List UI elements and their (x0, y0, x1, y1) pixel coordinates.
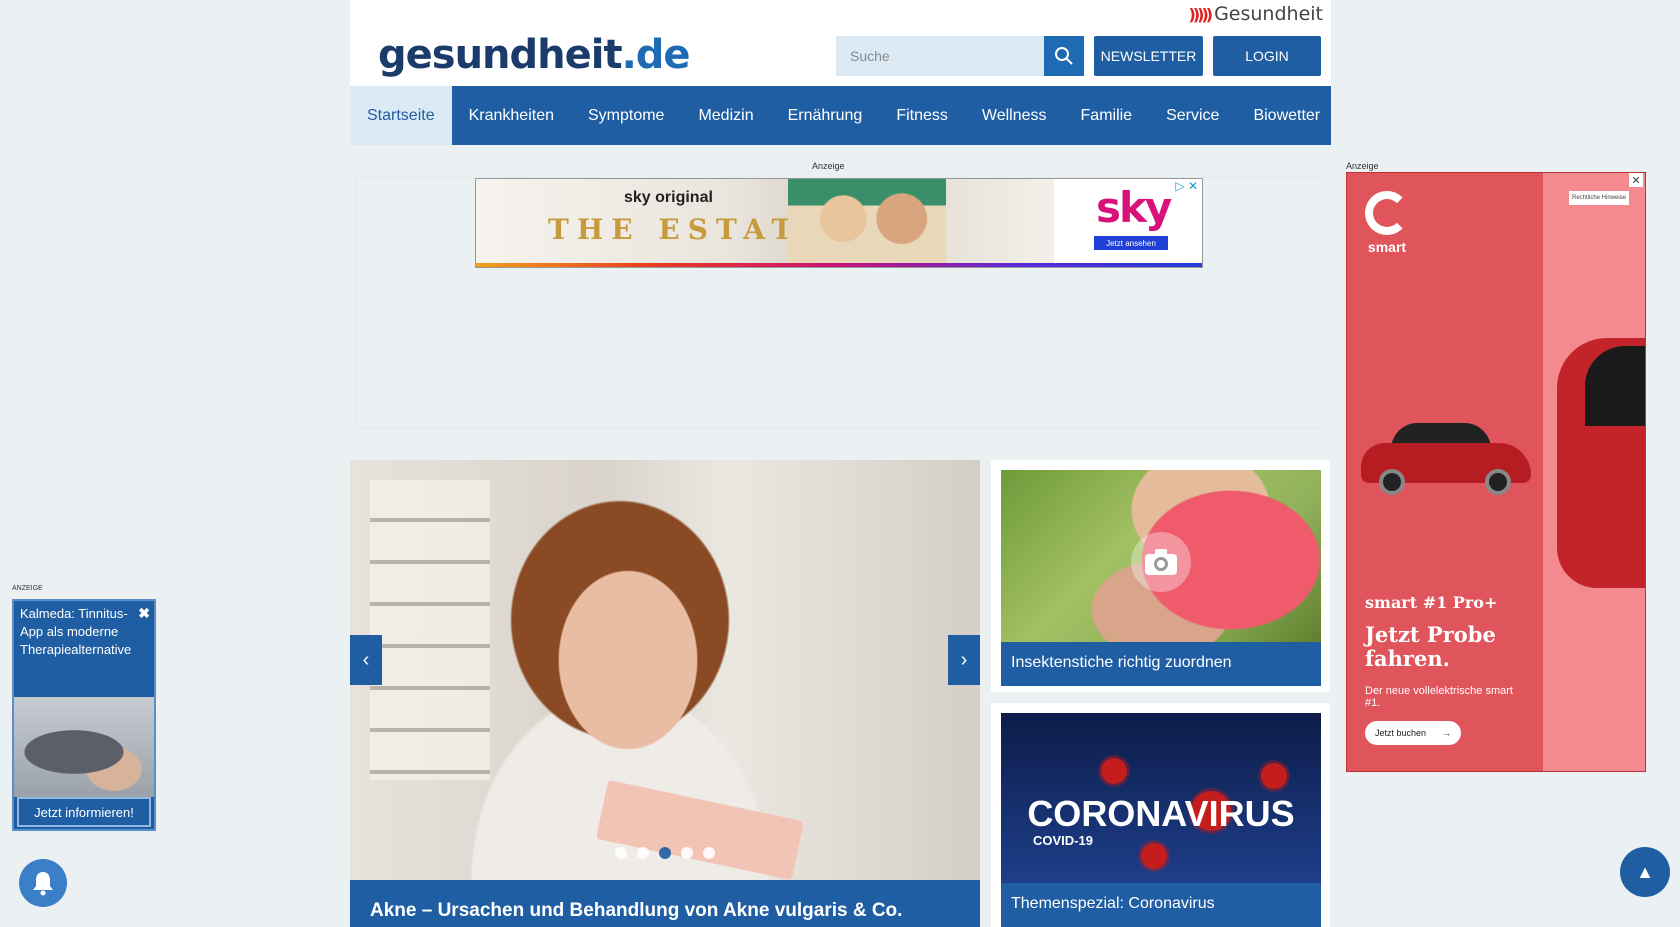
slider-prev-button[interactable]: ‹ (350, 635, 382, 685)
promo-button[interactable]: Jetzt informieren! (17, 797, 151, 827)
nav-item-medizin[interactable]: Medizin (681, 86, 770, 145)
teaser-image-title: CORONAVIRUS (1027, 793, 1295, 834)
teaser-image (1001, 470, 1321, 642)
virus-graphic (1141, 843, 1167, 869)
teaser-caption[interactable]: Insektenstiche richtig zuordnen (1001, 642, 1321, 686)
banner-image (788, 179, 946, 267)
search-placeholder: Suche (850, 48, 890, 64)
main-nav: Startseite Krankheiten Symptome Medizin … (350, 86, 1331, 145)
site-container: ))))) Gesundheit gesundheit.de Suche NEW… (350, 0, 1331, 429)
car-wheel (1379, 469, 1405, 495)
car-closeup-image (1557, 338, 1645, 588)
nav-item-biowetter[interactable]: Biowetter (1236, 86, 1337, 145)
search-input[interactable]: Suche (836, 36, 1044, 76)
virus-graphic (1101, 758, 1127, 784)
smart-logo: smart (1365, 191, 1409, 255)
car-glass (1585, 346, 1645, 426)
login-button[interactable]: LOGIN (1213, 36, 1321, 76)
nav-item-wellness[interactable]: Wellness (965, 86, 1064, 145)
slider-dot[interactable] (615, 847, 627, 859)
bell-icon (33, 872, 53, 896)
ad-subline: Der neue vollelektrische smart #1. (1365, 685, 1513, 709)
camera-icon (1131, 532, 1191, 592)
hero-slider[interactable]: ‹ › Akne – Ursachen und Behandlung von A… (350, 460, 980, 927)
newsletter-button[interactable]: NEWSLETTER (1094, 36, 1203, 76)
ad-legal-link[interactable]: Rechtliche Hinweise (1569, 191, 1629, 205)
search-icon (1055, 47, 1073, 65)
ad-cta-button[interactable]: Jetzt buchen → (1365, 721, 1461, 745)
slider-dot-active[interactable] (659, 847, 671, 859)
car-image (1361, 423, 1531, 495)
banner-stripe (476, 263, 1202, 267)
ad-label-left: ANZEIGE (12, 585, 43, 592)
arrow-right-icon: → (1442, 728, 1451, 738)
header: ))))) Gesundheit gesundheit.de Suche NEW… (350, 0, 1331, 86)
promo-widget[interactable]: Kalmeda: Tinnitus-App als moderne Therap… (12, 599, 156, 831)
close-icon[interactable]: ✖ (138, 605, 150, 622)
search-button[interactable] (1044, 36, 1084, 76)
ad-cta-label: Jetzt buchen (1375, 728, 1427, 738)
teaser-tile[interactable]: Insektenstiche richtig zuordnen (991, 460, 1330, 692)
nav-item-familie[interactable]: Familie (1064, 86, 1150, 145)
slider-dot[interactable] (637, 847, 649, 859)
virus-graphic (1261, 763, 1287, 789)
nav-item-krankheiten[interactable]: Krankheiten (452, 86, 571, 145)
banner-ad[interactable]: sky original THE ESTATE sky Jetzt ansehe… (475, 178, 1203, 268)
smart-brand: smart (1367, 239, 1407, 255)
network-brand[interactable]: ))))) Gesundheit (1189, 3, 1323, 25)
logo-main: gesundheit (378, 32, 623, 78)
ad-model: smart #1 Pro+ (1365, 593, 1498, 612)
banner-cta[interactable]: Jetzt ansehen (1094, 236, 1168, 250)
notification-button[interactable] (19, 859, 67, 907)
promo-image (14, 697, 154, 797)
slider-next-button[interactable]: › (948, 635, 980, 685)
slider-dot[interactable] (681, 847, 693, 859)
ad-headline: Jetzt Probe fahren. (1365, 622, 1496, 671)
nav-item-fitness[interactable]: Fitness (879, 86, 965, 145)
network-logo-icon: ))))) (1188, 4, 1214, 24)
banner-visual: sky original THE ESTATE (476, 179, 1054, 267)
banner-brand-panel: sky Jetzt ansehen ▷ ✕ (1054, 179, 1202, 267)
close-icon[interactable]: ✕ (1629, 173, 1643, 187)
arrow-up-icon: ▲ (1636, 861, 1654, 882)
ad-label-top: Anzeige (812, 161, 845, 171)
nav-item-startseite[interactable]: Startseite (350, 86, 452, 145)
hero-caption[interactable]: Akne – Ursachen und Behandlung von Akne … (350, 880, 980, 927)
site-logo[interactable]: gesundheit.de (378, 32, 691, 78)
nav-item-service[interactable]: Service (1149, 86, 1236, 145)
nav-item-symptome[interactable]: Symptome (571, 86, 681, 145)
promo-text: Kalmeda: Tinnitus-App als moderne Therap… (20, 606, 132, 657)
teaser-image-sub: COVID-19 (1033, 833, 1093, 848)
logo-tld: .de (621, 32, 691, 78)
scroll-top-button[interactable]: ▲ (1620, 847, 1670, 897)
slider-dots (350, 847, 980, 859)
skyscraper-ad[interactable]: smart Rechtliche Hinweise ✕ smart #1 Pro… (1346, 172, 1646, 772)
smart-logo-icon (1365, 191, 1409, 235)
banner-kicker: sky original (624, 189, 713, 206)
hero-shelf (370, 480, 490, 780)
hero-image (350, 460, 980, 881)
ad-choices-icon[interactable]: ▷ ✕ (1175, 179, 1198, 193)
hero-palette (595, 779, 805, 881)
ad-label-right: Anzeige (1346, 161, 1379, 171)
nav-item-ernaehrung[interactable]: Ernährung (771, 86, 880, 145)
slider-dot[interactable] (703, 847, 715, 859)
teaser-image: CORONAVIRUS COVID-19 (1001, 713, 1321, 883)
car-wheel (1485, 469, 1511, 495)
teaser-tile[interactable]: CORONAVIRUS COVID-19 Themenspezial: Coro… (991, 703, 1330, 927)
banner-brand: sky (1096, 183, 1172, 232)
teaser-caption[interactable]: Themenspezial: Coronavirus (1001, 883, 1321, 927)
network-label: Gesundheit (1214, 3, 1323, 25)
